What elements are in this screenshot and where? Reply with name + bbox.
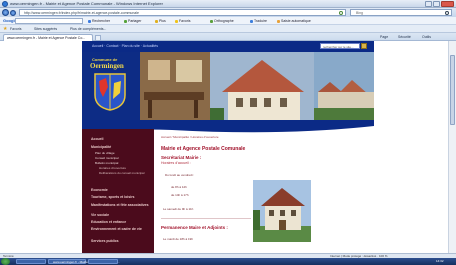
command-tools[interactable]: Outils <box>422 35 431 39</box>
sidebar-item-horaires[interactable]: Horaires d'ouverture <box>99 166 126 170</box>
sidebar-item-deliberations[interactable]: Délibérations du conseil municipal <box>99 171 144 175</box>
main-content: Accueil / Municipalité / Horaires d'ouve… <box>161 135 366 253</box>
navigation-bar: http://www.oermingen.fr/index.php/fr/mai… <box>0 8 456 17</box>
divider <box>161 218 251 219</box>
ie-logo-icon <box>2 1 8 7</box>
page-title: Mairie et Agence Postale Comunale <box>161 146 246 152</box>
browser-search-placeholder: Bing <box>356 11 364 15</box>
star-icon <box>175 19 178 23</box>
sidebar-item-manifestations[interactable]: Manifestations et fête associatives <box>91 203 149 207</box>
google-share-button[interactable]: Partager <box>124 19 141 23</box>
vertical-scrollbar[interactable] <box>448 41 456 253</box>
sidebar-item-services[interactable]: Services publics <box>91 239 119 243</box>
site-banner: Commune de Oermingen <box>82 52 374 121</box>
opening-days: Du lundi au vendredi : <box>165 173 195 177</box>
sidebar-item-bulletin[interactable]: Bulletin municipal <box>95 161 118 165</box>
tab-active[interactable]: www.oermingen.fr - Mairie et Agence Post… <box>3 34 93 41</box>
secretariat-subheading: Horaires d'accueil : <box>161 161 191 165</box>
coat-of-arms-icon <box>94 73 126 111</box>
hours-afternoon: de 14h à 17h <box>171 193 189 197</box>
site-search-input[interactable]: rechercher sur le site... <box>320 43 360 49</box>
site-top-nav: Accueil · Contact · Plan du site · Actua… <box>82 41 374 52</box>
sidebar-item-accueil[interactable]: Accueil <box>91 137 103 141</box>
sidebar-item-economie[interactable]: Economie <box>91 188 108 192</box>
close-button[interactable] <box>441 1 454 7</box>
scrollbar-thumb[interactable] <box>450 55 455 125</box>
google-more-button[interactable]: Plus <box>155 19 166 23</box>
sidebar-item-education[interactable]: Education et enfance <box>91 220 126 224</box>
search-icon[interactable] <box>445 11 449 15</box>
minimize-button[interactable] <box>425 1 432 7</box>
secretariat-heading: Secrétariat Mairie : <box>161 155 202 160</box>
permanence-heading: Permanence Maire et Adjoints : <box>161 225 228 230</box>
maximize-button[interactable] <box>433 1 440 7</box>
browser-search-input[interactable]: Bing <box>350 9 452 16</box>
sidebar-item-plan[interactable]: Plan du village <box>95 151 115 155</box>
sidebar-item-conseil[interactable]: Conseil municipal <box>95 156 119 160</box>
sidebar-item-vie-sociale[interactable]: Vie sociale <box>91 213 109 217</box>
windows-taskbar: www.oermingen.fr - Mairie et Agence Post… <box>0 258 456 265</box>
permanence-hours: Le mardi de 18h à 19h <box>163 237 194 241</box>
page-viewport: Accueil · Contact · Plan du site · Actua… <box>0 41 456 253</box>
system-clock: 14:32 <box>436 259 444 263</box>
translate-icon <box>250 19 253 23</box>
favorites-star-icon[interactable]: ★ <box>3 26 7 32</box>
command-security[interactable]: Sécurité <box>398 35 411 39</box>
taskbar-app-browser[interactable]: www.oermingen.fr - Mairie et Agence Post… <box>48 259 120 264</box>
autofill-icon <box>277 19 280 23</box>
search-icon <box>88 19 91 23</box>
sidebar: Accueil Municipalité Plan du village Con… <box>82 129 154 253</box>
spellcheck-icon <box>210 19 213 23</box>
website: Accueil · Contact · Plan du site · Actua… <box>82 41 374 253</box>
address-bar[interactable]: http://www.oermingen.fr/index.php/fr/mai… <box>19 9 346 16</box>
tab-title: www.oermingen.fr - Mairie et Agence Post… <box>7 36 86 40</box>
taskbar-app-3[interactable] <box>88 259 118 264</box>
sidebar-item-tourisme[interactable]: Tourisme, sports et loisirs <box>91 195 135 199</box>
forward-button[interactable] <box>10 9 16 16</box>
favorites-bar: ★ Favoris Sites suggérés Plus de complém… <box>0 25 456 33</box>
site-search-placeholder: rechercher sur le site... <box>323 44 354 49</box>
window-title: www.oermingen.fr - Mairie et Agence Post… <box>10 1 163 6</box>
sidebar-item-municipalite[interactable]: Municipalité <box>91 145 111 149</box>
hours-morning: de 8h à 12h <box>171 185 187 189</box>
start-button[interactable] <box>1 258 10 265</box>
tab-bar: www.oermingen.fr - Mairie et Agence Post… <box>0 33 456 41</box>
google-autofill-button[interactable]: Saisie automatique <box>277 19 311 23</box>
back-button[interactable] <box>2 9 9 16</box>
favorites-button[interactable]: Favoris <box>10 27 21 31</box>
address-url: http://www.oermingen.fr/index.php/fr/mai… <box>24 11 139 15</box>
google-translate-button[interactable]: Traduire <box>250 19 267 23</box>
google-toolbar: Google Rechercher Partager Plus Favoris … <box>0 17 456 25</box>
town-hall-photo <box>253 180 311 242</box>
google-bookmarks-button[interactable]: Favoris <box>175 19 190 23</box>
google-search-input[interactable] <box>15 18 83 24</box>
google-search-button[interactable]: Rechercher <box>88 19 110 23</box>
sidebar-item-environnement[interactable]: Environnement et cadre de vie <box>91 227 142 231</box>
refresh-icon[interactable] <box>339 11 343 15</box>
google-spellcheck-button[interactable]: Orthographe <box>210 19 234 23</box>
breadcrumb[interactable]: Accueil / Municipalité / Horaires d'ouve… <box>161 135 219 139</box>
window-titlebar: www.oermingen.fr - Mairie et Agence Post… <box>0 0 456 8</box>
command-page[interactable]: Page <box>380 35 388 39</box>
site-top-links[interactable]: Accueil · Contact · Plan du site · Actua… <box>92 44 158 48</box>
banner-town-name: Oermingen <box>90 62 124 70</box>
fav-item-suggested-sites[interactable]: Sites suggérés <box>34 27 57 31</box>
more-icon <box>155 19 158 23</box>
site-search-button[interactable] <box>361 43 367 49</box>
fav-item-more-addons[interactable]: Plus de compléments... <box>70 27 106 31</box>
taskbar-app-1[interactable] <box>16 259 46 264</box>
saturday-hours: Le samedi de 9h à 11h <box>163 207 194 211</box>
share-icon <box>124 19 127 23</box>
